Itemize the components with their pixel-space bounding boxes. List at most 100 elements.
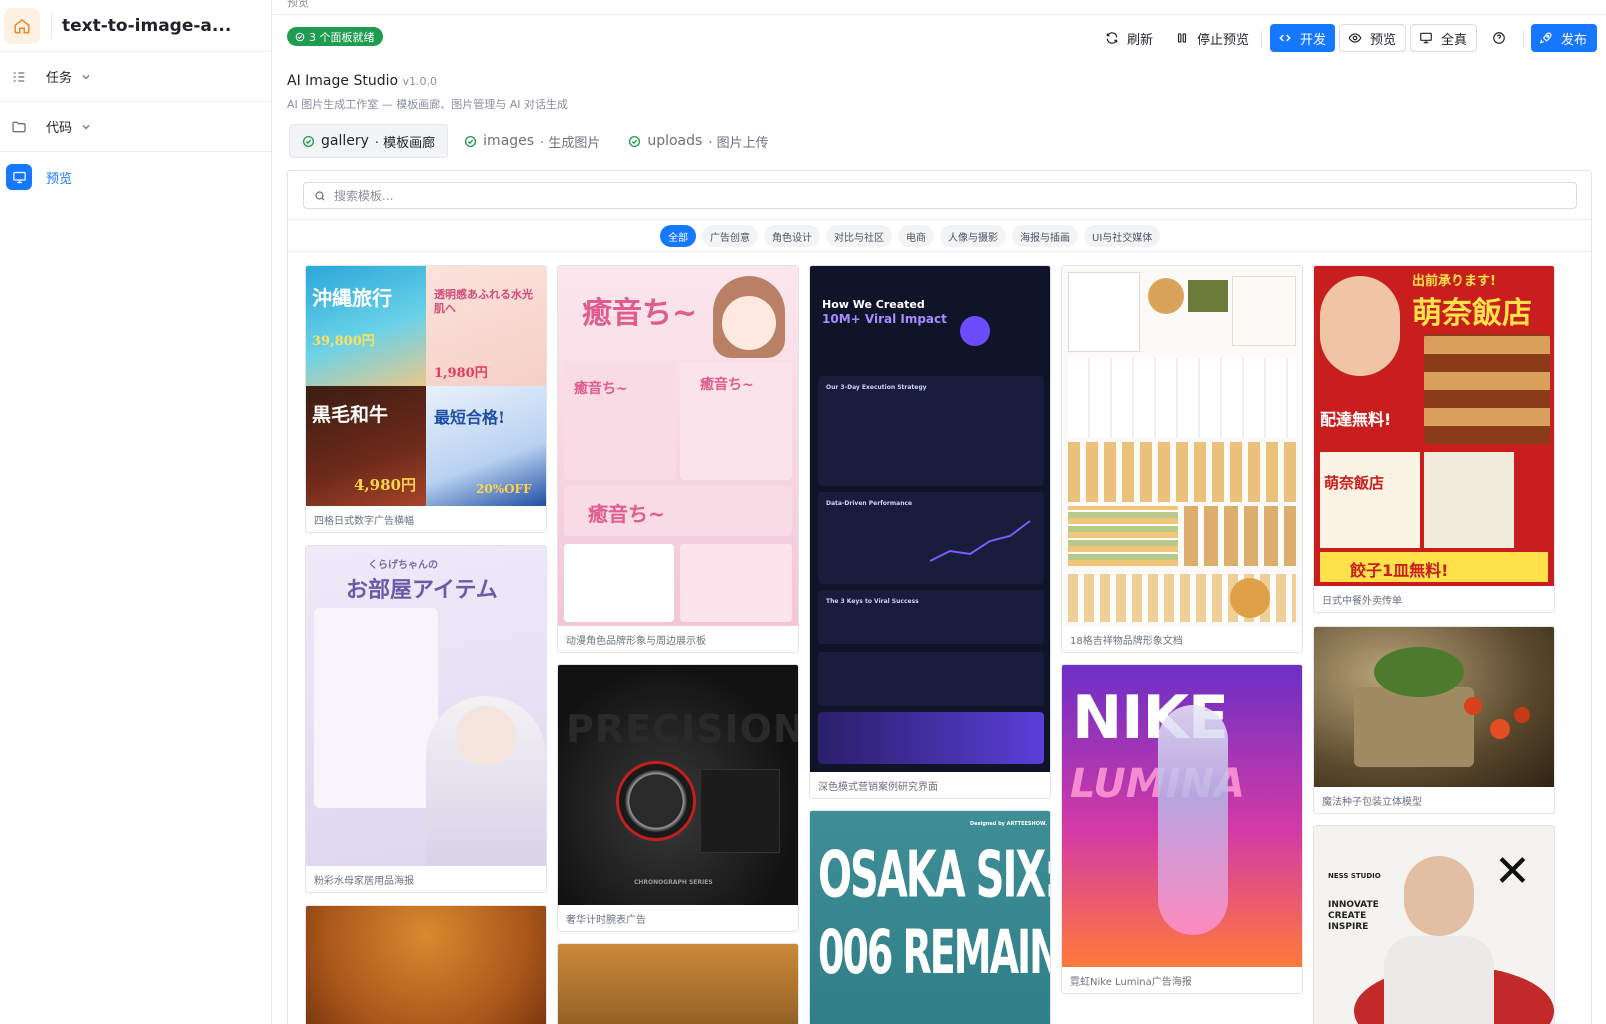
poster-tagline: CHRONOGRAPH SERIES — [634, 879, 713, 886]
gallery-card[interactable]: NESS STUDIO INNOVATE CREATE INSPIRE ✕ — [1313, 825, 1555, 1024]
card-thumbnail: PRECISION CHRONOGRAPH SERIES — [558, 665, 798, 905]
poster-headline: OSAKA SIX: — [818, 839, 1050, 913]
poster-tagline: 配達無料! — [1320, 410, 1392, 429]
sidebar-item-code[interactable]: 代码 — [0, 102, 271, 152]
tab-label: uploads — [647, 133, 703, 149]
poster-headline: お部屋アイテム — [346, 578, 498, 603]
sidebar-item-tasks[interactable]: 任务 — [0, 52, 271, 102]
preview-button[interactable]: 预览 — [1339, 24, 1406, 52]
publish-button[interactable]: 发布 — [1531, 24, 1597, 52]
toolbar-divider — [1261, 31, 1262, 47]
poster-section: The 3 Keys to Viral Success — [826, 598, 919, 605]
card-caption: 霓虹Nike Lumina广告海报 — [1070, 977, 1192, 988]
stop-preview-button[interactable]: 停止预览 — [1167, 24, 1257, 52]
poster-tagline: 出前承ります! — [1412, 274, 1496, 289]
tab-gallery[interactable]: gallery · 模板画廊 — [289, 124, 449, 158]
fullscreen-label: 全真 — [1441, 32, 1468, 48]
gallery-card[interactable]: How We Created 10M+ Viral Impact Our 3-D… — [809, 265, 1051, 799]
poster-headline: 癒音ち~ — [582, 296, 698, 331]
dev-button[interactable]: 开发 — [1270, 24, 1335, 52]
check-circle-icon — [465, 135, 477, 147]
card-thumbnail: 沖縄旅行 39,800円 透明感あふれる水光肌へ 1,980円 黒毛和牛 4,9… — [306, 266, 546, 506]
filter-chip[interactable]: 人像与摄影 — [940, 225, 1006, 247]
code-icon — [1279, 34, 1291, 42]
tab-label: images — [483, 133, 535, 149]
refresh-button[interactable]: 刷新 — [1097, 24, 1161, 52]
search-box[interactable] — [303, 182, 1577, 209]
refresh-icon — [1106, 32, 1118, 44]
eye-icon — [1348, 33, 1362, 43]
poster-price: 1,980円 — [434, 366, 488, 381]
poster-subhead: 萌奈飯店 — [1324, 474, 1385, 492]
gallery-card[interactable]: 沖縄旅行 39,800円 透明感あふれる水光肌へ 1,980円 黒毛和牛 4,9… — [305, 265, 547, 533]
card-thumbnail: 癒音ち~ 癒音ち~ 癒音ち~ 癒音ち~ — [558, 266, 798, 626]
category-filter-bar: 全部 广告创意 角色设计 对比与社区 电商 人像与摄影 海报与插画 UI与社交媒… — [288, 219, 1591, 252]
sidebar-item-label: 任务 — [46, 71, 73, 86]
card-caption: 粉彩水母家居用品海报 — [314, 876, 414, 887]
tab-desc: · 图片上传 — [708, 135, 769, 151]
poster-headline: 最短合格! — [434, 408, 506, 427]
pause-icon — [1177, 33, 1187, 43]
tab-uploads[interactable]: uploads · 图片上传 — [616, 124, 780, 158]
filter-chip[interactable]: 对比与社区 — [826, 225, 892, 247]
chevron-down-icon — [82, 124, 90, 129]
search-input[interactable] — [334, 188, 1576, 203]
gallery-card[interactable]: Designed by ARTTEESHOW. OSAKA SIX: 006 R… — [809, 810, 1051, 1024]
breadcrumb: 预览 — [287, 0, 309, 9]
filter-chip[interactable]: UI与社交媒体 — [1084, 225, 1161, 247]
card-thumbnail — [1314, 627, 1554, 787]
card-thumbnail: くらげちゃんの お部屋アイテム — [306, 546, 546, 866]
gallery-card[interactable]: 癒音ち~ 癒音ち~ 癒音ち~ 癒音ち~ 动漫角色品牌形象与周边展示板 — [557, 265, 799, 653]
gallery-card[interactable]: くらげちゃんの お部屋アイテム 粉彩水母家居用品海报 — [305, 545, 547, 893]
gallery-panel: 全部 广告创意 角色设计 对比与社区 电商 人像与摄影 海报与插画 UI与社交媒… — [287, 170, 1592, 1024]
card-thumbnail — [558, 944, 798, 1024]
poster-subhead: 癒音ち~ — [574, 381, 628, 397]
gallery-card[interactable]: 出前承ります! 萌奈飯店 配達無料! 萌奈飯店 餃子1皿無料! 日式中餐外卖传单 — [1313, 265, 1555, 613]
gallery-card[interactable] — [557, 943, 799, 1024]
filter-chip-all[interactable]: 全部 — [660, 225, 696, 247]
poster-headline: How We Created — [822, 298, 925, 311]
app-title-text: AI Image Studio — [287, 73, 399, 89]
card-thumbnail — [306, 906, 546, 1024]
card-thumbnail: 出前承ります! 萌奈飯店 配達無料! 萌奈飯店 餃子1皿無料! — [1314, 266, 1554, 586]
sidebar-item-preview[interactable]: 预览 — [0, 152, 271, 202]
card-caption: 18格吉祥物品牌形象文档 — [1070, 636, 1183, 647]
folder-icon — [6, 114, 32, 140]
card-caption: 日式中餐外卖传单 — [1322, 596, 1402, 607]
tab-images[interactable]: images · 生成图片 — [452, 124, 612, 158]
poster-tagline: 餃子1皿無料! — [1350, 561, 1449, 580]
home-button[interactable] — [4, 7, 40, 44]
card-caption: 魔法种子包装立体模型 — [1322, 797, 1422, 808]
filter-chip[interactable]: 电商 — [898, 225, 934, 247]
help-button[interactable] — [1484, 24, 1514, 52]
toolbar-divider — [1523, 31, 1524, 47]
gallery-card[interactable]: 魔法种子包装立体模型 — [1313, 626, 1555, 814]
home-icon — [14, 18, 30, 33]
card-thumbnail — [1062, 266, 1302, 626]
gallery-card[interactable]: NIKE LUMINA 霓虹Nike Lumina广告海报 — [1061, 664, 1303, 994]
filter-chip[interactable]: 广告创意 — [702, 225, 758, 247]
card-caption: 动漫角色品牌形象与周边展示板 — [566, 636, 706, 647]
poster-credit: Designed by ARTTEESHOW. — [970, 821, 1047, 827]
card-caption: 深色模式营销案例研究界面 — [818, 782, 938, 793]
preview-label: 预览 — [1370, 32, 1397, 48]
search-icon — [315, 190, 325, 200]
poster-price: 39,800円 — [312, 334, 375, 349]
help-icon — [1493, 32, 1505, 44]
filter-chip[interactable]: 海报与插画 — [1012, 225, 1078, 247]
gallery-card[interactable]: PRECISION CHRONOGRAPH SERIES 奢华计时腕表广告 — [557, 664, 799, 932]
stop-preview-label: 停止预览 — [1197, 32, 1250, 48]
check-circle-icon — [629, 135, 641, 147]
poster-headline: 沖縄旅行 — [312, 286, 392, 310]
gallery-card[interactable]: 18格吉祥物品牌形象文档 — [1061, 265, 1303, 653]
poster-brand: NESS STUDIO — [1328, 872, 1381, 880]
task-list-icon — [6, 64, 32, 90]
tab-desc: · 模板画廊 — [374, 135, 436, 151]
status-badge-label: 3 个面板就绪 — [309, 30, 375, 44]
filter-chip[interactable]: 角色设计 — [764, 225, 820, 247]
refresh-label: 刷新 — [1127, 32, 1154, 48]
card-thumbnail: Designed by ARTTEESHOW. OSAKA SIX: 006 R… — [810, 811, 1050, 1024]
card-caption: 奢华计时腕表广告 — [566, 915, 646, 926]
gallery-card[interactable] — [305, 905, 547, 1024]
fullscreen-button[interactable]: 全真 — [1410, 24, 1477, 52]
